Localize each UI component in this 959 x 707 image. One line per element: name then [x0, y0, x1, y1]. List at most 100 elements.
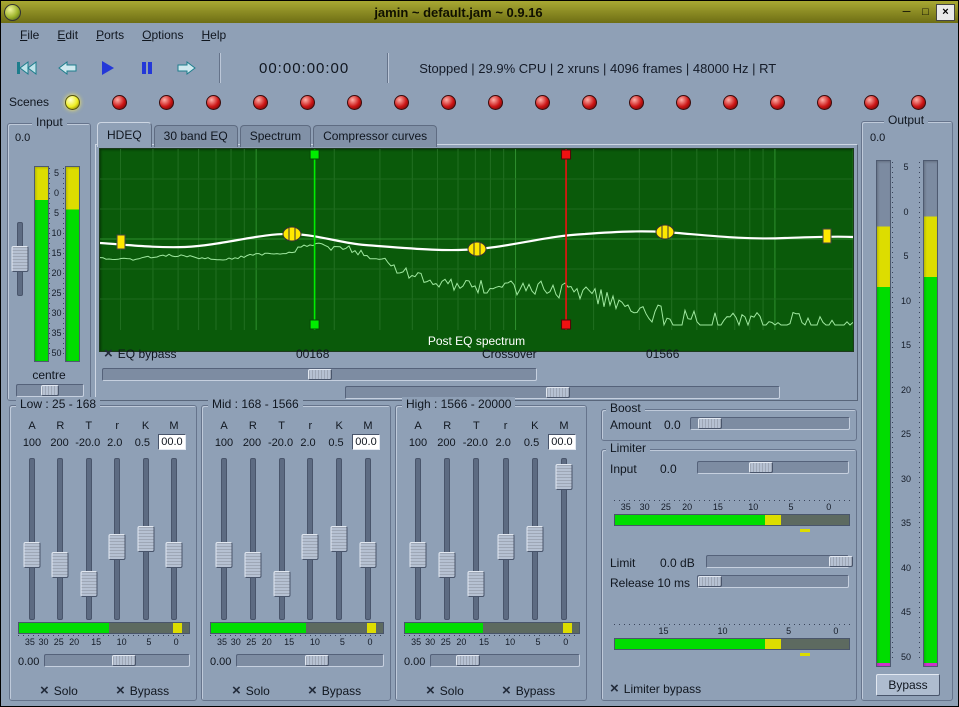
band-fader[interactable] — [77, 458, 101, 620]
scene-led-6[interactable] — [300, 95, 315, 110]
eq-control-point[interactable] — [468, 242, 486, 256]
centre-slider[interactable] — [16, 384, 84, 397]
limit-slider[interactable] — [706, 555, 849, 568]
tab-30-band-eq[interactable]: 30 band EQ — [154, 125, 238, 147]
high-crossover-line-bottom-handle[interactable] — [562, 320, 571, 329]
fader-handle[interactable] — [24, 542, 41, 568]
release-handle[interactable] — [698, 576, 722, 587]
tab-hdeq[interactable]: HDEQ — [97, 122, 152, 147]
eq-bypass-checkbox[interactable]: EQ bypass — [104, 347, 176, 361]
band-fader[interactable] — [48, 458, 72, 620]
hdeq-graph[interactable]: Post EQ spectrum — [99, 148, 854, 352]
boost-slider[interactable] — [690, 417, 850, 430]
fader-handle[interactable] — [273, 571, 290, 597]
high-crossover-handle[interactable] — [546, 387, 570, 398]
fader-handle[interactable] — [244, 552, 261, 578]
low-crossover-slider[interactable] — [102, 368, 537, 381]
band-fader[interactable] — [435, 458, 459, 620]
fader-handle[interactable] — [165, 542, 182, 568]
low-crossover-line-top-handle[interactable] — [310, 150, 319, 159]
boost-handle[interactable] — [698, 418, 722, 429]
centre-slider-handle[interactable] — [41, 385, 59, 396]
scene-led-12[interactable] — [582, 95, 597, 110]
fader-handle[interactable] — [555, 464, 572, 490]
band-fader[interactable] — [523, 458, 547, 620]
titlebar[interactable]: jamin ~ default.jam ~ 0.9.16 ─ □ × — [1, 1, 958, 23]
low-crossover-handle[interactable] — [308, 369, 332, 380]
scene-led-1[interactable] — [65, 95, 80, 110]
eq-control-point[interactable] — [283, 227, 301, 241]
menu-help[interactable]: Help — [192, 25, 235, 45]
tab-compressor-curves[interactable]: Compressor curves — [313, 125, 437, 147]
scene-led-13[interactable] — [629, 95, 644, 110]
scene-led-3[interactable] — [159, 95, 174, 110]
band-fader[interactable] — [298, 458, 322, 620]
band-fader[interactable] — [241, 458, 265, 620]
scene-led-14[interactable] — [676, 95, 691, 110]
fader-handle[interactable] — [80, 571, 97, 597]
maximize-button[interactable]: □ — [917, 5, 934, 20]
band-bypass-checkbox[interactable]: Bypass — [116, 684, 169, 698]
minimize-button[interactable]: ─ — [898, 5, 915, 20]
scene-led-15[interactable] — [723, 95, 738, 110]
menu-ports[interactable]: Ports — [87, 25, 133, 45]
band-fader[interactable] — [552, 458, 576, 620]
forward-button[interactable] — [167, 52, 207, 84]
fader-handle[interactable] — [302, 534, 319, 560]
menu-edit[interactable]: Edit — [48, 25, 87, 45]
fader-handle[interactable] — [468, 571, 485, 597]
fader-handle[interactable] — [439, 552, 456, 578]
play-button[interactable] — [87, 52, 127, 84]
band-fader[interactable] — [327, 458, 351, 620]
scene-led-16[interactable] — [770, 95, 785, 110]
band-gain-handle[interactable] — [456, 655, 480, 666]
band-bypass-checkbox[interactable]: Bypass — [308, 684, 361, 698]
window-icon[interactable] — [4, 4, 21, 21]
scene-led-19[interactable] — [911, 95, 926, 110]
pause-button[interactable] — [127, 52, 167, 84]
limit-handle[interactable] — [829, 556, 853, 567]
fader-handle[interactable] — [109, 534, 126, 560]
scene-led-7[interactable] — [347, 95, 362, 110]
eq-edge-handle[interactable] — [117, 235, 125, 249]
output-bypass-button[interactable]: Bypass — [876, 674, 940, 696]
eq-edge-handle[interactable] — [823, 229, 831, 243]
band-fader[interactable] — [356, 458, 380, 620]
eq-control-point[interactable] — [656, 225, 674, 239]
fader-handle[interactable] — [359, 542, 376, 568]
menu-file[interactable]: File — [11, 25, 48, 45]
band-fader[interactable] — [464, 458, 488, 620]
tab-spectrum[interactable]: Spectrum — [240, 125, 311, 147]
limiter-input-handle[interactable] — [749, 462, 773, 473]
band-fader[interactable] — [406, 458, 430, 620]
fader-handle[interactable] — [410, 542, 427, 568]
low-crossover-line-bottom-handle[interactable] — [310, 320, 319, 329]
solo-checkbox[interactable]: Solo — [426, 684, 464, 698]
limiter-input-slider[interactable] — [697, 461, 849, 474]
scene-led-5[interactable] — [253, 95, 268, 110]
back-button[interactable] — [47, 52, 87, 84]
limiter-bypass-checkbox[interactable]: Limiter bypass — [610, 682, 701, 696]
band-fader[interactable] — [494, 458, 518, 620]
scene-led-8[interactable] — [394, 95, 409, 110]
band-gain-handle[interactable] — [112, 655, 136, 666]
scene-led-11[interactable] — [535, 95, 550, 110]
band-gain-slider[interactable] — [430, 654, 580, 667]
scene-led-9[interactable] — [441, 95, 456, 110]
scene-led-10[interactable] — [488, 95, 503, 110]
makeup-entry[interactable]: 00.0 — [352, 434, 380, 450]
band-fader[interactable] — [270, 458, 294, 620]
fader-handle[interactable] — [497, 534, 514, 560]
fader-handle[interactable] — [52, 552, 69, 578]
fader-handle[interactable] — [137, 526, 154, 552]
band-fader[interactable] — [162, 458, 186, 620]
scene-led-18[interactable] — [864, 95, 879, 110]
input-balance-slider[interactable] — [11, 222, 29, 296]
input-balance-handle[interactable] — [12, 246, 29, 272]
fader-handle[interactable] — [331, 526, 348, 552]
scene-led-4[interactable] — [206, 95, 221, 110]
band-gain-slider[interactable] — [44, 654, 190, 667]
fader-handle[interactable] — [216, 542, 233, 568]
makeup-entry[interactable]: 00.0 — [548, 434, 576, 450]
band-bypass-checkbox[interactable]: Bypass — [502, 684, 555, 698]
